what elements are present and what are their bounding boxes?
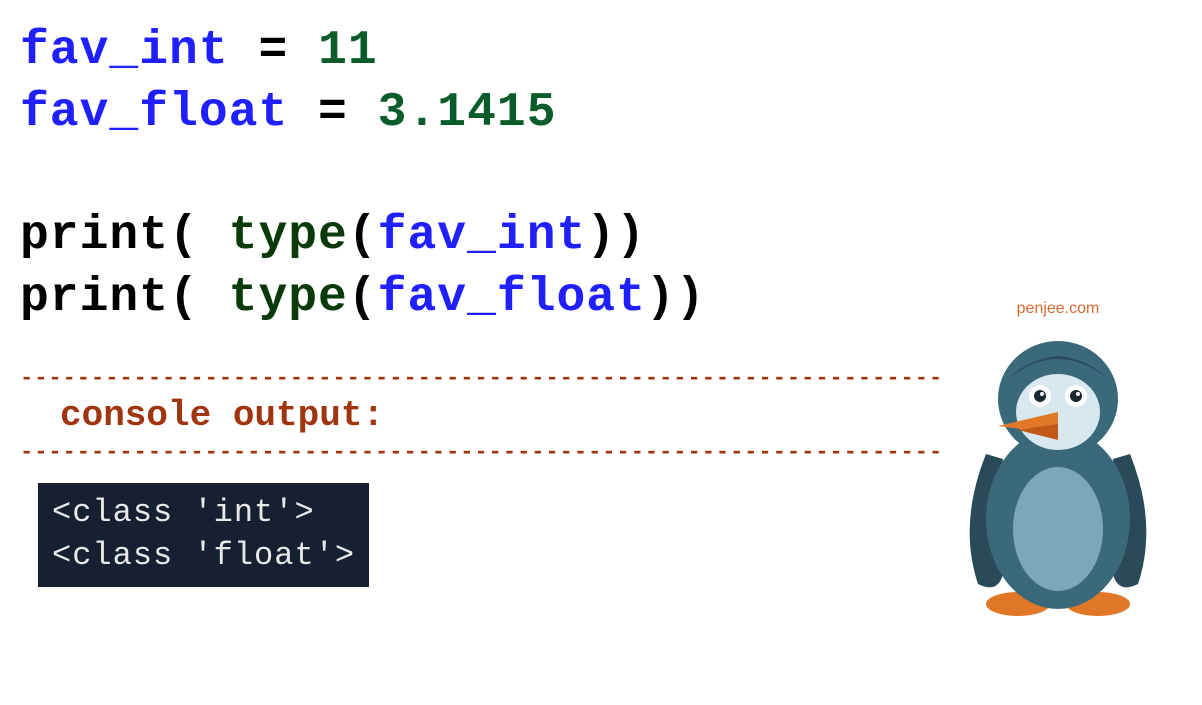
separator-line: ----------------------------------------… <box>20 440 940 465</box>
variable-name: fav_int <box>20 24 229 78</box>
variable-name: fav_float <box>20 86 288 140</box>
paren: ( <box>169 271 229 325</box>
number-literal: 11 <box>318 24 378 78</box>
paren: ( <box>348 209 378 263</box>
function-name: print <box>20 209 169 263</box>
paren: ( <box>169 209 229 263</box>
penguin-icon <box>948 324 1168 624</box>
console-output: <class 'int'> <class 'float'> <box>38 483 369 587</box>
code-line-1: fav_int = 11 <box>20 20 1182 82</box>
console-output-line: <class 'float'> <box>52 534 355 577</box>
blank-line <box>20 145 1182 205</box>
console-output-line: <class 'int'> <box>52 491 355 534</box>
separator-line: ----------------------------------------… <box>20 366 940 391</box>
paren: )) <box>646 271 706 325</box>
code-block: fav_int = 11 fav_float = 3.1415 print( t… <box>20 20 1182 330</box>
assign-op: = <box>288 86 377 140</box>
assign-op: = <box>229 24 318 78</box>
function-name: print <box>20 271 169 325</box>
number-literal: 3.1415 <box>378 86 557 140</box>
branding-label: penjee.com <box>938 300 1178 318</box>
penguin-mascot: penjee.com <box>938 300 1178 629</box>
paren: )) <box>586 209 646 263</box>
paren: ( <box>348 271 378 325</box>
variable-name: fav_float <box>378 271 646 325</box>
keyword: type <box>229 271 348 325</box>
code-line-3: print( type(fav_int)) <box>20 205 1182 267</box>
code-line-2: fav_float = 3.1415 <box>20 82 1182 144</box>
variable-name: fav_int <box>378 209 587 263</box>
keyword: type <box>229 209 348 263</box>
